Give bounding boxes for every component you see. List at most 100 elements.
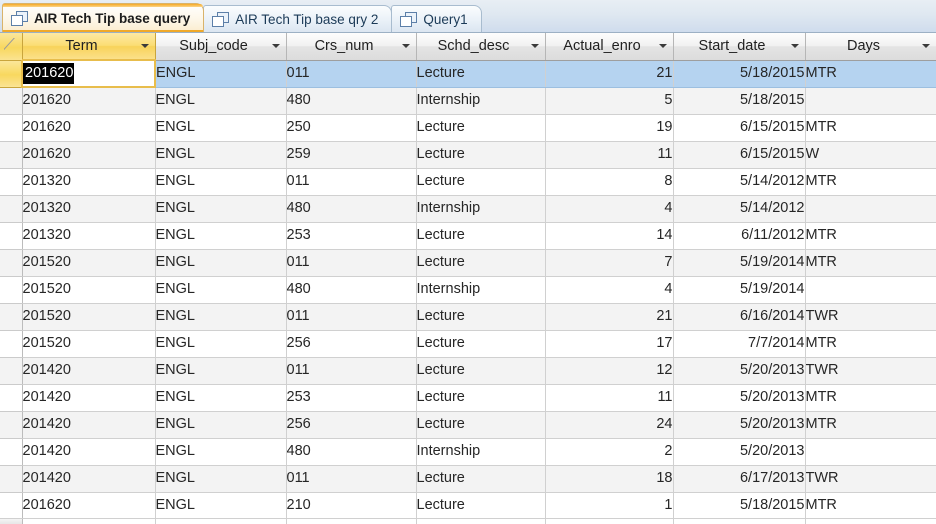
row-selector[interactable] <box>0 60 23 88</box>
cell-schd_desc[interactable]: Lecture <box>416 303 546 331</box>
column-header-start_date[interactable]: Start_date <box>673 33 806 61</box>
cell-start_date[interactable]: 7/7/2014 <box>673 330 806 358</box>
cell-crs_num[interactable]: 250 <box>286 114 417 142</box>
row-selector[interactable] <box>0 438 23 466</box>
row-selector[interactable] <box>0 276 23 304</box>
table-row[interactable]: 201520 ENGL 480 Internship 4 5/19/2014 <box>0 276 936 304</box>
cell-schd_desc[interactable]: Internship <box>416 87 546 115</box>
column-header-subj_code[interactable]: Subj_code <box>155 33 287 61</box>
cell-actual_enro[interactable]: 12 <box>545 357 674 385</box>
cell-term[interactable]: 201420 <box>22 384 156 412</box>
cell-start_date[interactable]: 5/14/2012 <box>673 168 806 196</box>
cell-actual_enro[interactable]: 4 <box>545 276 674 304</box>
cell-actual_enro[interactable]: 11 <box>545 141 674 169</box>
row-selector[interactable] <box>0 114 23 142</box>
cell-start_date[interactable]: 6/15/2015 <box>673 141 806 169</box>
cell-days[interactable] <box>805 276 936 304</box>
table-row[interactable]: 201420 ENGL 011 Lecture 18 6/17/2013 TWR <box>0 465 936 493</box>
cell-days[interactable] <box>805 438 936 466</box>
cell-start_date[interactable]: 5/19/2014 <box>673 249 806 277</box>
cell-term[interactable]: 201520 <box>22 303 156 331</box>
cell-subj_code[interactable]: ENGL <box>155 168 287 196</box>
cell-term[interactable]: 201420 <box>22 465 156 493</box>
cell-schd_desc[interactable]: Lecture <box>416 330 546 358</box>
cell-schd_desc[interactable]: Internship <box>416 195 546 223</box>
cell-schd_desc[interactable]: Lecture <box>416 60 546 88</box>
cell-crs_num[interactable]: 011 <box>286 357 417 385</box>
cell-actual_enro[interactable]: 17 <box>545 330 674 358</box>
cell-actual_enro[interactable]: 18 <box>545 465 674 493</box>
cell-schd_desc[interactable]: Lecture <box>416 357 546 385</box>
cell-start_date[interactable]: 5/18/2015 <box>673 60 806 88</box>
cell-schd_desc[interactable]: Internship <box>416 438 546 466</box>
table-row[interactable]: 201420 ENGL 253 Lecture 11 5/20/2013 MTR <box>0 384 936 412</box>
cell-crs_num[interactable]: 259 <box>286 141 417 169</box>
cell-start_date[interactable]: 6/11/2012 <box>673 222 806 250</box>
cell-days[interactable] <box>805 87 936 115</box>
row-selector[interactable] <box>0 384 23 412</box>
cell-crs_num[interactable]: 011 <box>286 465 417 493</box>
cell-start_date[interactable]: 6/15/2015 <box>673 114 806 142</box>
cell-days[interactable]: TWR <box>805 465 936 493</box>
table-row[interactable]: 201520 ENGL 011 Lecture 21 6/16/2014 TWR <box>0 303 936 331</box>
cell-term[interactable]: 201320 <box>22 195 156 223</box>
cell-term[interactable]: 201320 <box>22 222 156 250</box>
column-header-term[interactable]: Term <box>22 33 156 61</box>
table-row[interactable]: 201520 ENGL 011 Lecture 7 5/19/2014 MTR <box>0 249 936 277</box>
new-record-row-selector[interactable] <box>0 519 23 524</box>
cell-start_date[interactable]: 5/20/2013 <box>673 357 806 385</box>
row-selector[interactable] <box>0 465 23 493</box>
cell-schd_desc[interactable]: Internship <box>416 276 546 304</box>
cell-days[interactable]: MTR <box>805 330 936 358</box>
document-tab-0[interactable]: AIR Tech Tip base query <box>2 3 205 32</box>
cell-days[interactable] <box>805 195 936 223</box>
cell-term[interactable]: 201620 <box>22 87 156 115</box>
column-filter-dropdown-icon[interactable] <box>530 44 539 49</box>
cell-crs_num[interactable]: 480 <box>286 276 417 304</box>
cell-subj_code[interactable]: ENGL <box>155 438 287 466</box>
cell-actual_enro[interactable]: 21 <box>545 60 674 88</box>
table-row[interactable]: 201620 ENGL 259 Lecture 11 6/15/2015 W <box>0 141 936 169</box>
cell-subj_code[interactable]: ENGL <box>155 249 287 277</box>
cell-schd_desc[interactable]: Lecture <box>416 465 546 493</box>
cell-term[interactable]: 201620 <box>22 114 156 142</box>
cell-actual_enro[interactable]: 21 <box>545 303 674 331</box>
document-tab-2[interactable]: Query1 <box>391 5 482 32</box>
row-selector[interactable] <box>0 249 23 277</box>
cell-start_date[interactable]: 6/16/2014 <box>673 303 806 331</box>
column-filter-dropdown-icon[interactable] <box>790 44 799 49</box>
cell-days[interactable]: MTR <box>805 114 936 142</box>
cell-schd_desc[interactable]: Lecture <box>416 222 546 250</box>
document-tab-1[interactable]: AIR Tech Tip base qry 2 <box>203 5 393 32</box>
cell-term[interactable]: 201520 <box>22 330 156 358</box>
column-filter-dropdown-icon[interactable] <box>401 44 410 49</box>
column-filter-dropdown-icon[interactable] <box>658 44 667 49</box>
cell-subj_code[interactable]: ENGL <box>155 60 287 88</box>
cell-start_date[interactable]: 5/18/2015 <box>673 87 806 115</box>
cell-term[interactable]: 201520 <box>22 276 156 304</box>
cell-subj_code[interactable]: ENGL <box>155 465 287 493</box>
cell-crs_num[interactable]: 253 <box>286 384 417 412</box>
column-header-days[interactable]: Days <box>805 33 936 61</box>
cell-days[interactable]: MTR <box>805 168 936 196</box>
cell-subj_code[interactable]: ENGL <box>155 492 287 520</box>
cell-start_date[interactable]: 5/20/2013 <box>673 438 806 466</box>
cell-crs_num[interactable]: 011 <box>286 60 417 88</box>
row-selector[interactable] <box>0 168 23 196</box>
cell-actual_enro[interactable]: 1 <box>545 492 674 520</box>
cell-term[interactable]: 201620 <box>22 492 156 520</box>
cell-actual_enro[interactable]: 5 <box>545 87 674 115</box>
cell-crs_num[interactable]: 210 <box>286 492 417 520</box>
cell-crs_num[interactable]: 480 <box>286 87 417 115</box>
row-selector[interactable] <box>0 330 23 358</box>
column-header-actual_enro[interactable]: Actual_enro <box>545 33 674 61</box>
cell-schd_desc[interactable]: Lecture <box>416 114 546 142</box>
cell-term[interactable]: 201420 <box>22 357 156 385</box>
cell-term[interactable]: 201420 <box>22 411 156 439</box>
column-filter-dropdown-icon[interactable] <box>271 44 280 49</box>
cell-crs_num[interactable]: 480 <box>286 195 417 223</box>
cell-subj_code[interactable]: ENGL <box>155 195 287 223</box>
cell-start_date[interactable]: 5/14/2012 <box>673 195 806 223</box>
cell-schd_desc[interactable]: Lecture <box>416 168 546 196</box>
table-row[interactable]: 201620 ENGL 250 Lecture 19 6/15/2015 MTR <box>0 114 936 142</box>
